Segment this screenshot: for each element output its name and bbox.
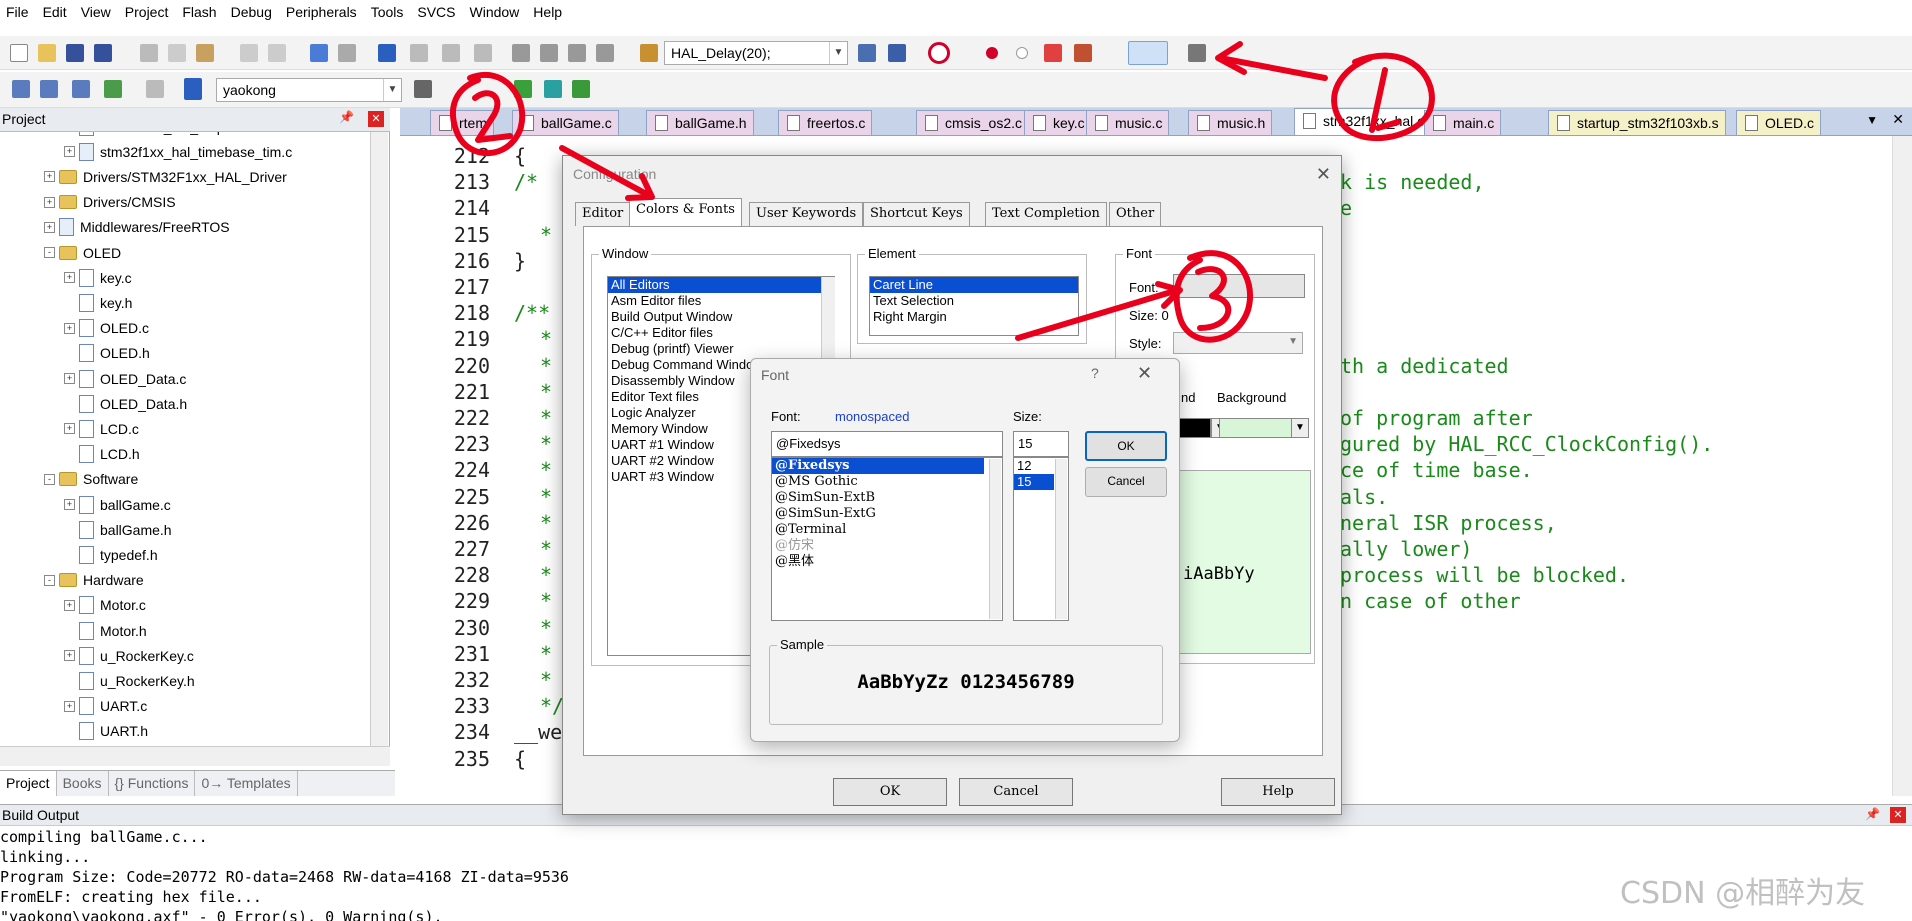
annotation-numeral-2 [472, 90, 513, 143]
watermark: CSDN @相醉为友 [1620, 876, 1866, 911]
annotation-arrow-3 [1015, 287, 1181, 341]
annotation-numeral-1 [1369, 67, 1401, 133]
annotation-overlay [449, 41, 1435, 343]
annotation-numeral-3 [1195, 266, 1232, 331]
annotation-arrow-2 [559, 145, 653, 199]
